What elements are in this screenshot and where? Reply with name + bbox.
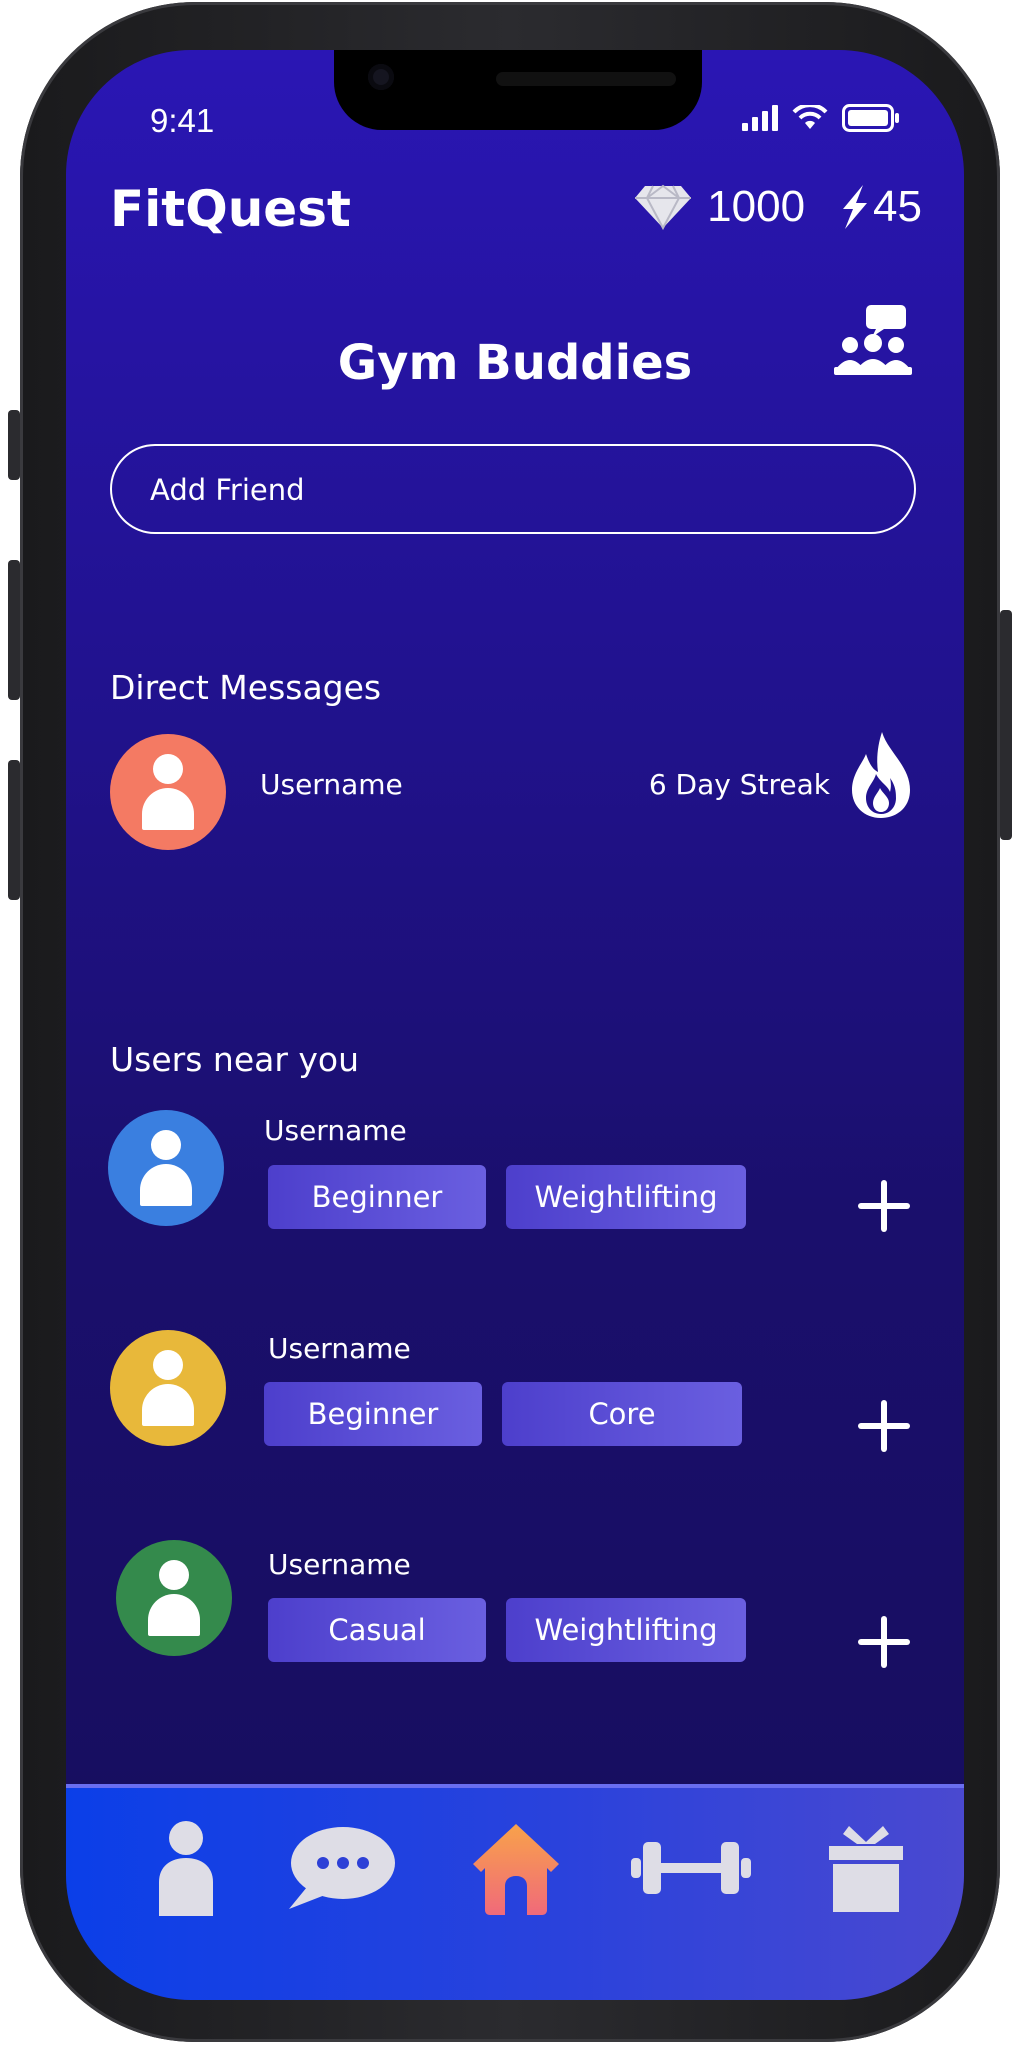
users-near-heading: Users near you	[110, 1040, 360, 1079]
avatar	[110, 734, 226, 850]
tab-home[interactable]	[446, 1788, 586, 1948]
avatar	[116, 1540, 232, 1656]
tab-rewards[interactable]	[806, 1788, 926, 1948]
activity-tag: Weightlifting	[506, 1598, 746, 1662]
wifi-icon	[792, 105, 828, 129]
status-time: 9:41	[150, 102, 215, 139]
add-user-button[interactable]	[858, 1400, 910, 1452]
streak-label: 6 Day Streak	[648, 768, 830, 801]
front-camera	[368, 64, 394, 90]
phone-device: 9:41 FitQuest 1000 45 Gym Buddies Add Fr…	[8, 0, 1012, 2050]
lightning-icon	[843, 185, 868, 229]
activity-tag: Core	[502, 1382, 742, 1446]
add-friend-field[interactable]	[110, 444, 916, 534]
dumbbell-icon	[631, 1842, 751, 1894]
app-title: FitQuest	[110, 180, 351, 238]
skill-tag: Beginner	[264, 1382, 482, 1446]
battery-icon	[842, 104, 899, 132]
gift-icon	[829, 1826, 903, 1912]
screen: 9:41 FitQuest 1000 45 Gym Buddies Add Fr…	[66, 50, 964, 2000]
dm-username: Username	[260, 768, 403, 801]
tab-workout[interactable]	[626, 1788, 756, 1948]
energy-count: 45	[873, 182, 922, 231]
tab-bar	[66, 1784, 964, 2000]
tab-chat[interactable]	[276, 1788, 406, 1948]
flame-icon	[852, 732, 910, 818]
power-button	[1000, 610, 1012, 840]
skill-tag: Casual	[268, 1598, 486, 1662]
currency-bar: 1000 45	[633, 182, 922, 232]
nearby-username: Username	[268, 1332, 411, 1365]
add-friend-input[interactable]	[148, 446, 852, 534]
nearby-username: Username	[264, 1114, 407, 1147]
nearby-username: Username	[268, 1548, 411, 1581]
diamond-icon	[635, 184, 692, 230]
page-title: Gym Buddies	[337, 335, 693, 391]
volume-down-button	[8, 760, 20, 900]
avatar	[110, 1330, 226, 1446]
activity-tag: Weightlifting	[506, 1165, 746, 1229]
skill-tag: Beginner	[268, 1165, 486, 1229]
avatar	[108, 1110, 224, 1226]
mute-switch	[8, 410, 20, 480]
home-icon	[473, 1824, 559, 1915]
status-icons	[742, 104, 900, 132]
direct-messages-heading: Direct Messages	[110, 668, 382, 707]
speaker	[496, 72, 676, 86]
add-user-button[interactable]	[858, 1180, 910, 1232]
chat-bubble-icon	[289, 1827, 395, 1909]
gem-count: 1000	[707, 182, 806, 231]
person-icon	[159, 1821, 213, 1916]
signal-icon	[742, 105, 778, 131]
tab-profile[interactable]	[126, 1788, 246, 1948]
notch	[334, 50, 702, 130]
volume-up-button	[8, 560, 20, 700]
add-user-button[interactable]	[858, 1616, 910, 1668]
group-chat-icon[interactable]	[832, 303, 914, 381]
